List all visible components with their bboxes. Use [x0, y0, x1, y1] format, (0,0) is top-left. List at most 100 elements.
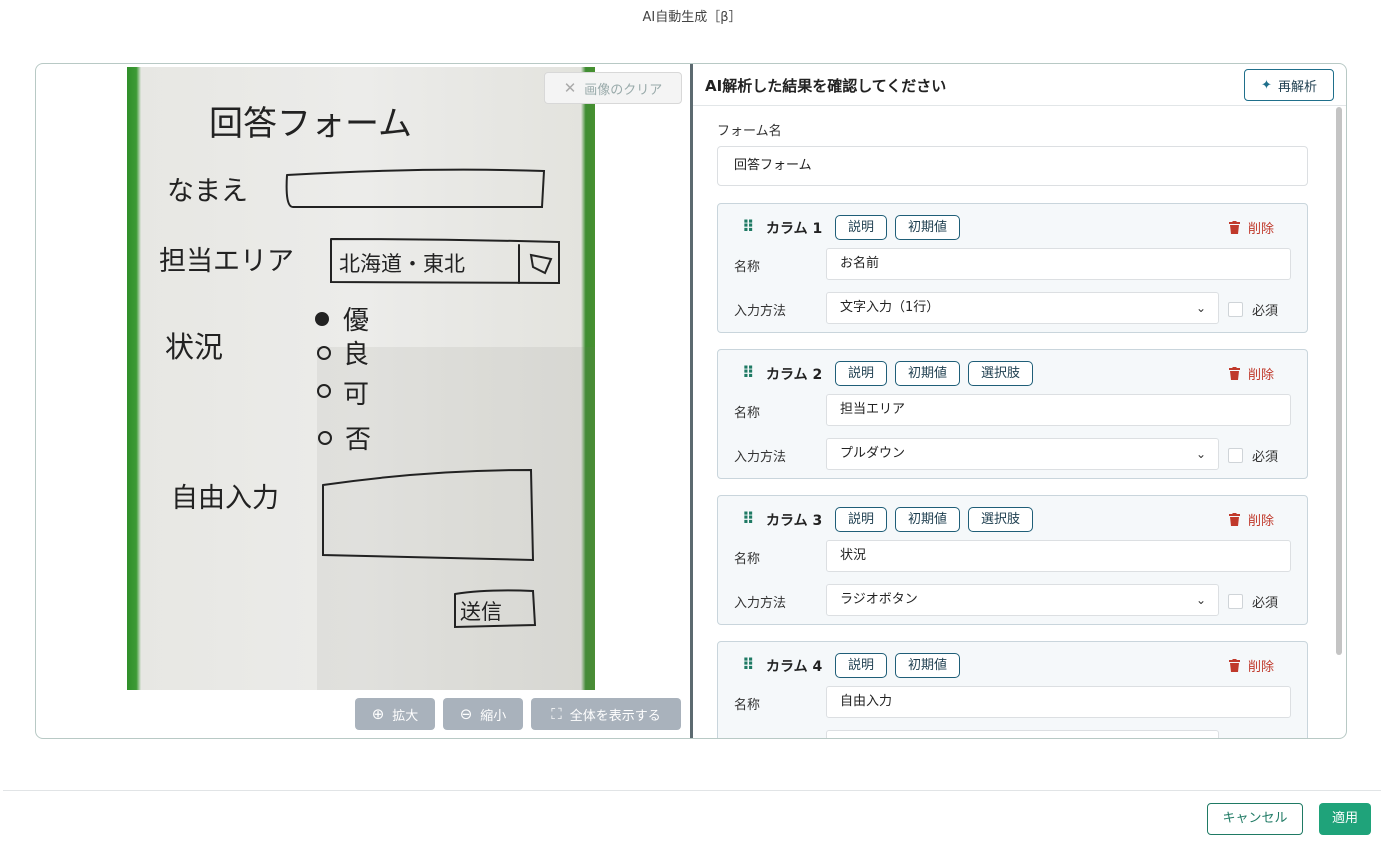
trash-icon: [1229, 513, 1240, 526]
checkbox-box[interactable]: [1228, 302, 1243, 317]
modal-title: AI自動生成［β］: [642, 10, 742, 25]
photo-text-option-4: 否: [345, 425, 371, 455]
input-method-select[interactable]: プルダウン ⌄: [826, 438, 1219, 470]
form-name-input[interactable]: 回答フォーム: [717, 146, 1308, 186]
input-method-select[interactable]: 文字入力（1行） ⌄: [826, 292, 1219, 324]
photo-text-option-3: 可: [343, 380, 369, 410]
drag-handle-icon[interactable]: ⠿: [742, 509, 754, 528]
description-chip[interactable]: 説明: [835, 653, 888, 678]
input-method-label: 入力方法: [734, 304, 787, 319]
description-chip[interactable]: 説明: [835, 215, 888, 240]
zoom-out-label: 縮小: [480, 708, 507, 724]
delete-column-button[interactable]: 削除: [1229, 218, 1274, 237]
apply-button[interactable]: 適用: [1319, 803, 1371, 835]
photo-text-option-2: 良: [343, 340, 369, 370]
clear-image-button[interactable]: ✕ 画像のクリア: [544, 72, 682, 104]
required-checkbox[interactable]: 必須: [1228, 592, 1278, 611]
default-value-chip[interactable]: 初期値: [895, 361, 961, 386]
fit-screen-icon: ⛶: [551, 705, 562, 723]
drag-handle-icon[interactable]: ⠿: [742, 217, 754, 236]
description-chip[interactable]: 説明: [835, 361, 888, 386]
name-label: 名称: [734, 552, 761, 567]
zoom-out-button[interactable]: ⊖ 縮小: [443, 698, 523, 730]
column-name-input[interactable]: 自由入力: [826, 686, 1291, 718]
delete-column-button[interactable]: 削除: [1229, 510, 1274, 529]
column-name-input[interactable]: お名前: [826, 248, 1291, 280]
required-label: 必須: [1252, 596, 1279, 611]
required-checkbox[interactable]: 必須: [1228, 300, 1278, 319]
clear-image-label: 画像のクリア: [584, 82, 663, 98]
input-method-value: 文字入力（1行）: [840, 300, 940, 315]
column-card: ⠿ カラム 2 説明 初期値 選択肢 削除 名称 担当エリア 入力方法 プルダウ…: [717, 349, 1308, 479]
required-label: 必須: [1252, 304, 1279, 319]
default-value-chip[interactable]: 初期値: [895, 215, 961, 240]
footer-divider: [3, 790, 1381, 791]
chevron-down-icon: ⌄: [1195, 593, 1206, 607]
input-method-value: ラジオボタン: [840, 592, 918, 607]
image-viewer: 回答フォーム なまえ 担当エリア 北海道・東北 状況 優 良 可 否 自由入力: [36, 64, 690, 738]
zoom-in-label: 拡大: [392, 708, 419, 724]
photo-text-free: 自由入力: [171, 483, 279, 514]
photo-text-area-value: 北海道・東北: [339, 252, 465, 276]
checkbox-box[interactable]: [1228, 448, 1243, 463]
photo-text-name: なまえ: [167, 176, 248, 207]
input-method-label: 入力方法: [734, 450, 787, 465]
name-label: 名称: [734, 406, 761, 421]
form-name-label: フォーム名: [717, 124, 782, 139]
column-card: ⠿ カラム 3 説明 初期値 選択肢 削除 名称 状況 入力方法 ラジオボタン …: [717, 495, 1308, 625]
column-card: ⠿ カラム 4 説明 初期値 削除 名称 自由入力: [717, 641, 1308, 738]
photo-text-area: 担当エリア: [159, 246, 294, 277]
zoom-in-button[interactable]: ⊕ 拡大: [355, 698, 435, 730]
results-header: AI解析した結果を確認してください ✦ 再解析: [693, 64, 1346, 106]
uploaded-form-photo[interactable]: 回答フォーム なまえ 担当エリア 北海道・東北 状況 優 良 可 否 自由入力: [127, 67, 595, 690]
checkbox-box[interactable]: [1228, 594, 1243, 609]
column-name-input[interactable]: 担当エリア: [826, 394, 1291, 426]
delete-label: 削除: [1248, 660, 1275, 675]
options-chip[interactable]: 選択肢: [968, 507, 1034, 532]
reanalyze-label: 再解析: [1277, 79, 1317, 95]
cancel-button[interactable]: キャンセル: [1207, 803, 1303, 835]
trash-icon: [1229, 659, 1240, 672]
analysis-results: AI解析した結果を確認してください ✦ 再解析 フォーム名 回答フォーム ⠿ カ…: [693, 64, 1346, 738]
results-title: AI解析した結果を確認してください: [705, 77, 947, 95]
options-chip[interactable]: 選択肢: [968, 361, 1034, 386]
input-method-label: 入力方法: [734, 596, 787, 611]
chevron-down-icon: ⌄: [1195, 301, 1206, 315]
photo-text-option-1: 優: [343, 306, 369, 336]
photo-text-status: 状況: [165, 330, 223, 364]
sparkle-icon: ✦: [1261, 77, 1272, 93]
delete-column-button[interactable]: 削除: [1229, 656, 1274, 675]
name-label: 名称: [734, 698, 761, 713]
drag-handle-icon[interactable]: ⠿: [742, 363, 754, 382]
required-label: 必須: [1252, 450, 1279, 465]
ai-generate-panel: 回答フォーム なまえ 担当エリア 北海道・東北 状況 優 良 可 否 自由入力: [35, 63, 1347, 739]
delete-label: 削除: [1248, 368, 1275, 383]
input-method-select[interactable]: [826, 730, 1219, 738]
column-card: ⠿ カラム 1 説明 初期値 削除 名称 お名前 入力方法 文字入力（1行） ⌄: [717, 203, 1308, 333]
description-chip[interactable]: 説明: [835, 507, 888, 532]
reanalyze-button[interactable]: ✦ 再解析: [1244, 69, 1334, 101]
delete-label: 削除: [1248, 514, 1275, 529]
required-checkbox[interactable]: 必須: [1228, 446, 1278, 465]
scrollbar[interactable]: [1336, 107, 1342, 655]
trash-icon: [1229, 221, 1240, 234]
input-method-select[interactable]: ラジオボタン ⌄: [826, 584, 1219, 616]
results-scroll-area[interactable]: フォーム名 回答フォーム ⠿ カラム 1 説明 初期値 削除 名称 お名前 入力…: [693, 107, 1346, 738]
delete-column-button[interactable]: 削除: [1229, 364, 1274, 383]
column-name-input[interactable]: 状況: [826, 540, 1291, 572]
column-title: カラム 3: [766, 513, 823, 529]
delete-label: 削除: [1248, 222, 1275, 237]
photo-text-title: 回答フォーム: [209, 104, 412, 144]
default-value-chip[interactable]: 初期値: [895, 653, 961, 678]
column-title: カラム 4: [766, 659, 823, 675]
name-label: 名称: [734, 260, 761, 275]
close-icon: ✕: [563, 79, 577, 97]
column-title: カラム 1: [766, 221, 823, 237]
fit-to-view-button[interactable]: ⛶ 全体を表示する: [531, 698, 681, 730]
default-value-chip[interactable]: 初期値: [895, 507, 961, 532]
input-method-value: プルダウン: [840, 446, 906, 461]
drag-handle-icon[interactable]: ⠿: [742, 655, 754, 674]
zoom-in-icon: ⊕: [371, 705, 385, 723]
column-title: カラム 2: [766, 367, 823, 383]
fit-to-view-label: 全体を表示する: [569, 708, 661, 724]
